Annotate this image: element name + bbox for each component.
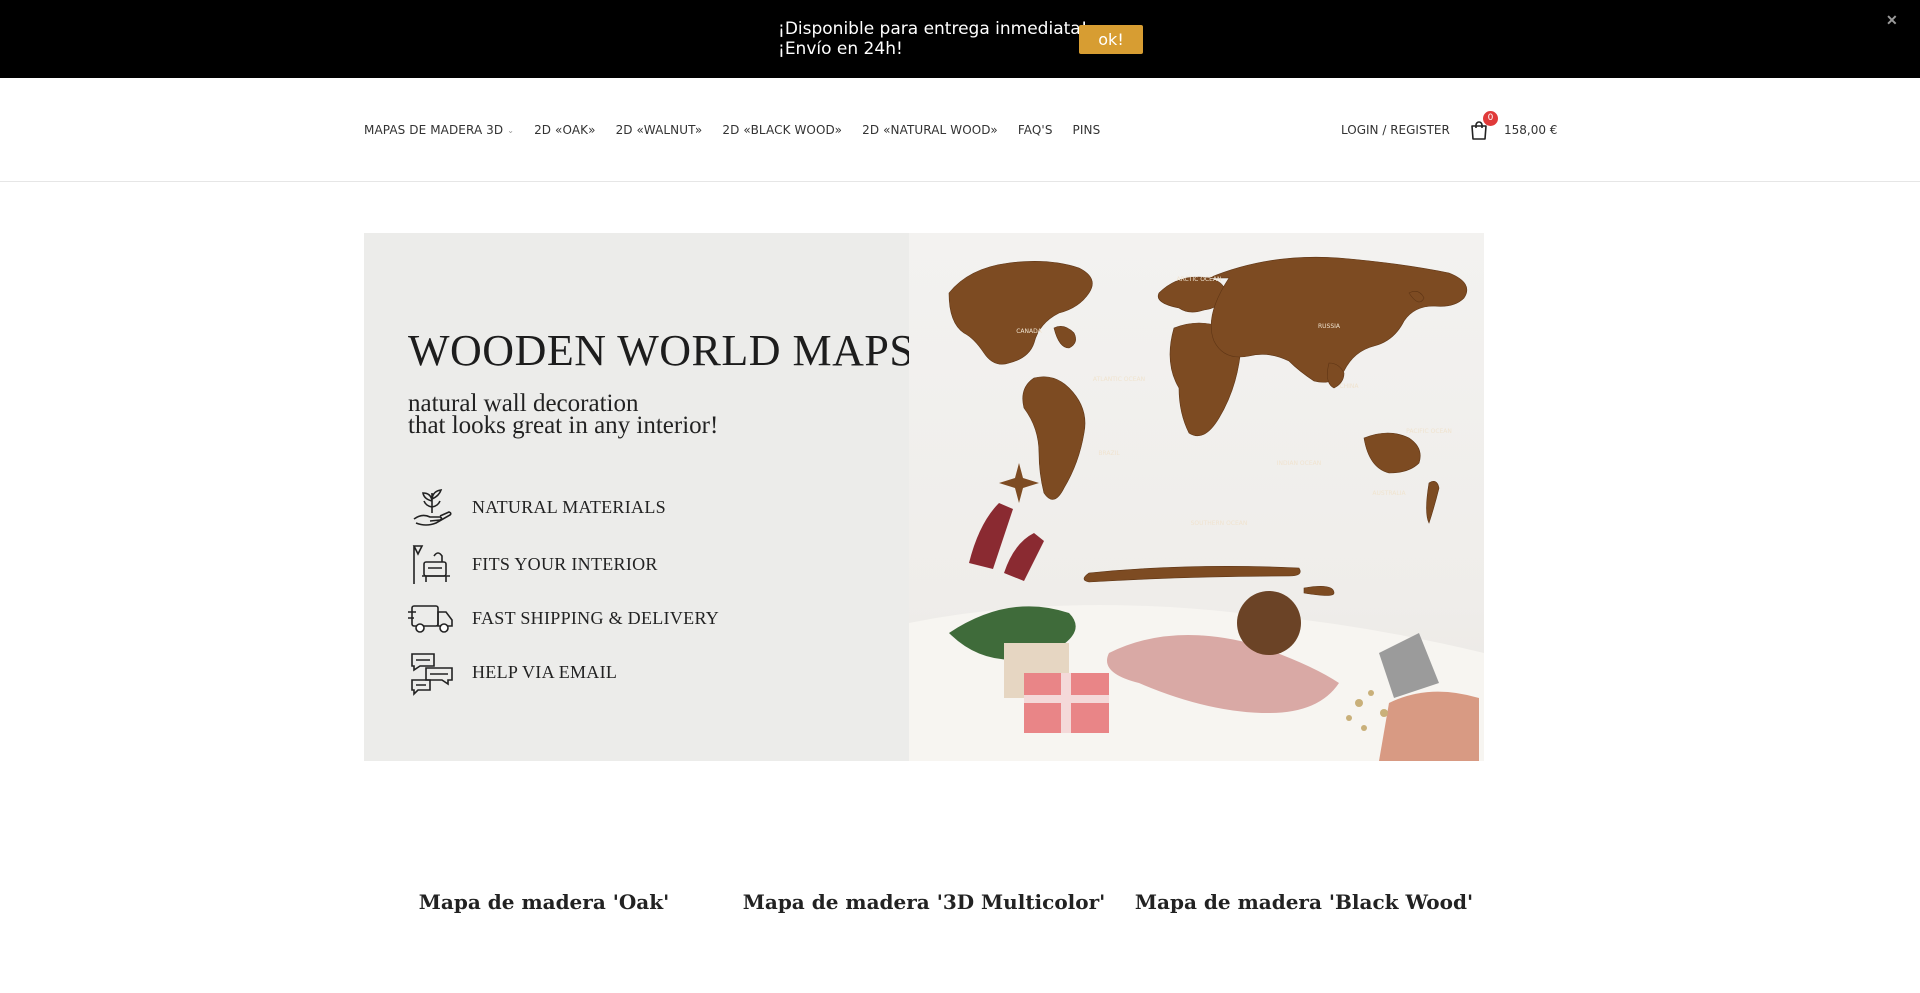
map-label: SOUTHERN OCEAN: [1191, 520, 1248, 527]
hero-title: WOODEN WORLD MAPS: [408, 326, 915, 375]
nav-item-natural-wood[interactable]: 2D «NATURAL WOOD»: [862, 123, 998, 137]
shopping-bag-icon: 0: [1468, 111, 1498, 141]
site-header: MAPAS DE MADERA 3D ⌄ 2D «OAK» 2D «WALNUT…: [0, 78, 1920, 182]
interior-icon: [412, 545, 450, 584]
hero-banner[interactable]: WOODEN WORLD MAPS natural wall decoratio…: [364, 233, 1484, 761]
cart-button[interactable]: 0 158,00 €: [1468, 78, 1557, 182]
product-title-black-wood[interactable]: Mapa de madera 'Black Wood': [1135, 890, 1473, 914]
hero-subtitle: natural wall decoration that looks great…: [408, 391, 719, 439]
plant-hand-icon: [413, 489, 452, 526]
notice-line-1: ¡Disponible para entrega inmediata!: [778, 19, 1088, 39]
nav-item-black-wood[interactable]: 2D «BLACK WOOD»: [722, 123, 842, 137]
map-label: ARCTIC OCEAN: [1177, 276, 1222, 283]
product-title-3d-multicolor[interactable]: Mapa de madera '3D Multicolor': [743, 890, 1106, 914]
product-title-oak[interactable]: Mapa de madera 'Oak': [419, 890, 669, 914]
feature-help-email: HELP VIA EMAIL: [408, 648, 617, 696]
wooden-map-photo: CANADA ATLANTIC OCEAN BRAZIL RUSSIA CHIN…: [909, 256, 1484, 761]
nav-item-pins[interactable]: PINS: [1073, 123, 1101, 137]
feature-label: HELP VIA EMAIL: [472, 661, 618, 682]
map-label: PACIFIC OCEAN: [1406, 428, 1452, 435]
notice-text: ¡Disponible para entrega inmediata! ¡Env…: [778, 19, 1088, 59]
feature-natural-materials: NATURAL MATERIALS: [408, 483, 666, 531]
nav-item-faqs[interactable]: FAQ'S: [1018, 123, 1053, 137]
feature-label: NATURAL MATERIALS: [472, 496, 666, 517]
map-label: ATLANTIC OCEAN: [1093, 376, 1145, 383]
feature-fits-interior: FITS YOUR INTERIOR: [408, 540, 658, 588]
map-label: AUSTRALIA: [1372, 490, 1406, 497]
feature-label: FAST SHIPPING & DELIVERY: [472, 607, 720, 628]
notice-line-2: ¡Envío en 24h!: [778, 39, 903, 59]
main-nav: MAPAS DE MADERA 3D ⌄ 2D «OAK» 2D «WALNUT…: [364, 78, 1120, 182]
nav-item-oak[interactable]: 2D «OAK»: [534, 123, 596, 137]
map-label: BRAZIL: [1098, 450, 1120, 457]
nav-item-label: MAPAS DE MADERA 3D: [364, 123, 504, 137]
hero-subtitle-line-2: that looks great in any interior!: [408, 412, 719, 439]
hero-photo: CANADA ATLANTIC OCEAN BRAZIL RUSSIA CHIN…: [909, 233, 1484, 761]
map-label: CANADA: [1016, 328, 1042, 335]
truck-icon: [408, 605, 453, 633]
nav-item-walnut[interactable]: 2D «WALNUT»: [616, 123, 703, 137]
feature-label: FITS YOUR INTERIOR: [472, 553, 658, 574]
map-label: CHINA: [1339, 383, 1359, 390]
notice-ok-button[interactable]: ok!: [1079, 25, 1143, 54]
chevron-down-icon: ⌄: [507, 125, 515, 135]
chat-icon: [411, 653, 453, 696]
map-label: RUSSIA: [1318, 323, 1341, 330]
login-register-link[interactable]: LOGIN / REGISTER: [1341, 78, 1450, 182]
hero-text-panel: WOODEN WORLD MAPS natural wall decoratio…: [364, 233, 914, 761]
cart-count-badge: 0: [1483, 111, 1498, 126]
product-grid: Mapa de madera 'Oak' Mapa de madera '3D …: [364, 890, 1484, 920]
close-icon[interactable]: ✕: [1886, 12, 1898, 29]
feature-fast-shipping: FAST SHIPPING & DELIVERY: [408, 594, 719, 642]
notice-bar: ¡Disponible para entrega inmediata! ¡Env…: [0, 0, 1920, 78]
map-label: INDIAN OCEAN: [1277, 460, 1321, 467]
cart-total: 158,00 €: [1504, 123, 1558, 137]
nav-item-mapas-3d[interactable]: MAPAS DE MADERA 3D ⌄: [364, 123, 514, 137]
